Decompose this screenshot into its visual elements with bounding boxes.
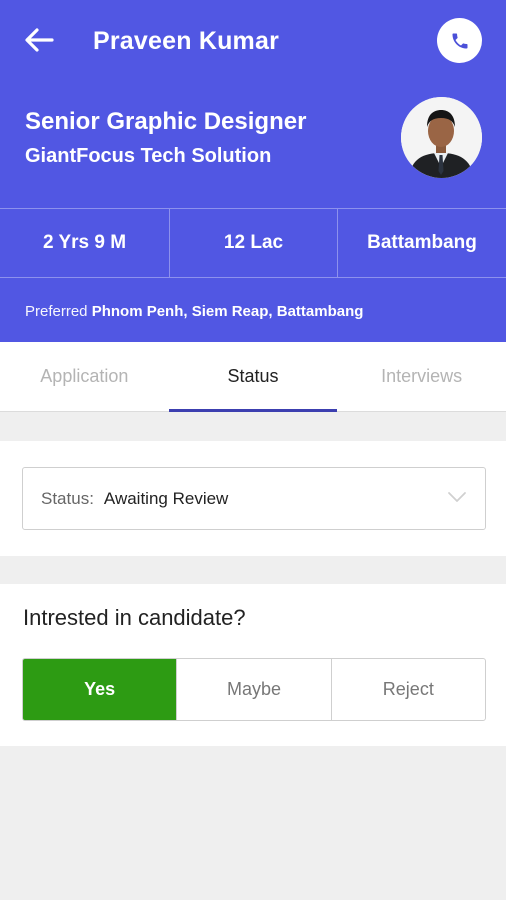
experience-stat: 2 Yrs 9 M: [42, 232, 127, 253]
preferred-locations: Preferred Phnom Penh, Siem Reap, Battamb…: [25, 303, 363, 320]
top-app-bar: Praveen Kumar: [0, 0, 506, 82]
interest-card: Intrested in candidate? Yes Maybe Reject: [0, 584, 506, 746]
interest-choice-group: Yes Maybe Reject: [22, 658, 486, 721]
tab-interviews[interactable]: Interviews: [337, 342, 506, 411]
company-name: GiantFocus Tech Solution: [25, 145, 272, 167]
back-button[interactable]: [20, 24, 58, 56]
candidate-stats: 2 Yrs 9 M 12 Lac Battambang: [0, 208, 506, 278]
preferred-label: Preferred: [25, 303, 88, 320]
tab-application[interactable]: Application: [0, 342, 169, 411]
salary-stat: 12 Lac: [169, 209, 337, 277]
phone-icon: [452, 33, 467, 48]
status-label: Status:: [41, 488, 94, 508]
tab-status[interactable]: Status: [168, 342, 338, 412]
arrow-left-icon: [25, 28, 54, 52]
status-card: Status: Awaiting Review: [0, 441, 506, 556]
status-dropdown[interactable]: Status: Awaiting Review: [22, 467, 486, 530]
location-stat: Battambang: [337, 209, 506, 277]
chevron-down-icon: [448, 492, 466, 502]
reject-button[interactable]: Reject: [330, 659, 485, 720]
profile-photo: [401, 97, 482, 178]
avatar: [401, 97, 482, 178]
yes-button[interactable]: Yes: [23, 659, 177, 720]
candidate-header: Praveen Kumar Senior Graphic Designer Gi…: [0, 0, 506, 342]
maybe-button[interactable]: Maybe: [176, 659, 330, 720]
job-title: Senior Graphic Designer: [25, 108, 307, 135]
call-button[interactable]: [437, 18, 482, 63]
preferred-value: Phnom Penh, Siem Reap, Battambang: [91, 303, 364, 320]
status-value: Awaiting Review: [103, 488, 229, 508]
interest-question: Intrested in candidate?: [23, 605, 246, 630]
tab-bar: Application Status Interviews: [0, 342, 506, 412]
candidate-name: Praveen Kumar: [93, 27, 280, 55]
